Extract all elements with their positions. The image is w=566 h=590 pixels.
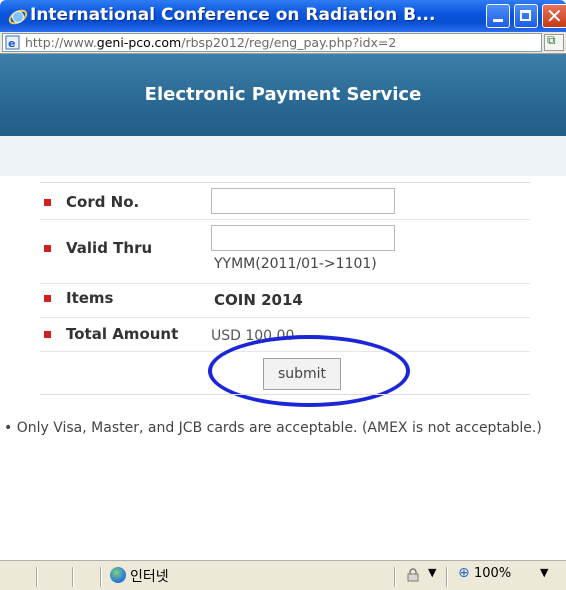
row-divider [40, 317, 530, 318]
page-header: Electronic Payment Service [0, 54, 566, 136]
zoom-icon[interactable]: ⊕ [458, 565, 470, 581]
form-divider [40, 182, 530, 183]
page-title: Electronic Payment Service [144, 84, 422, 105]
zoom-level[interactable]: 100% [474, 566, 511, 581]
status-separator [100, 567, 102, 587]
status-separator [446, 567, 448, 587]
submit-button[interactable]: submit [263, 358, 341, 390]
card-number-label: Cord No. [66, 193, 140, 211]
status-bar: 인터넷 ▼ ⊕ 100% ▼ [0, 560, 566, 590]
ie-logo-icon [8, 9, 28, 25]
bullet-icon [44, 199, 51, 206]
bullet-icon [44, 245, 51, 252]
globe-icon [110, 567, 126, 583]
close-button[interactable]: ✕ [542, 4, 566, 28]
chevron-down-icon[interactable]: ▼ [428, 566, 436, 579]
security-zone-text: 인터넷 [130, 569, 169, 585]
status-separator [72, 567, 74, 587]
minimize-button[interactable] [486, 4, 510, 28]
card-number-input[interactable] [211, 188, 395, 214]
close-icon: ✕ [546, 4, 563, 28]
chevron-down-icon[interactable]: ▼ [540, 566, 548, 579]
bullet-icon [44, 331, 51, 338]
window-titlebar[interactable]: International Conference on Radiation B.… [0, 0, 566, 32]
row-divider [40, 219, 530, 220]
row-divider [40, 351, 530, 352]
items-value: COIN 2014 [214, 291, 303, 309]
minimize-icon [493, 19, 503, 22]
row-divider [40, 283, 530, 284]
status-separator [36, 567, 38, 587]
lock-icon[interactable] [406, 568, 420, 582]
total-amount-value: USD 100.00 [211, 328, 295, 344]
valid-thru-hint: YYMM(2011/01->1101) [214, 256, 377, 272]
status-separator [394, 567, 396, 587]
valid-thru-label: Valid Thru [66, 239, 153, 257]
maximize-button[interactable] [514, 4, 538, 28]
header-band [0, 136, 566, 176]
maximize-icon [520, 10, 531, 21]
form-divider [40, 394, 530, 395]
window-title: International Conference on Radiation B.… [30, 5, 436, 25]
items-label: Items [66, 289, 114, 307]
total-amount-label: Total Amount [66, 325, 179, 343]
valid-thru-input[interactable] [211, 225, 395, 251]
card-acceptance-note: • Only Visa, Master, and JCB cards are a… [4, 420, 542, 436]
bullet-icon [44, 295, 51, 302]
